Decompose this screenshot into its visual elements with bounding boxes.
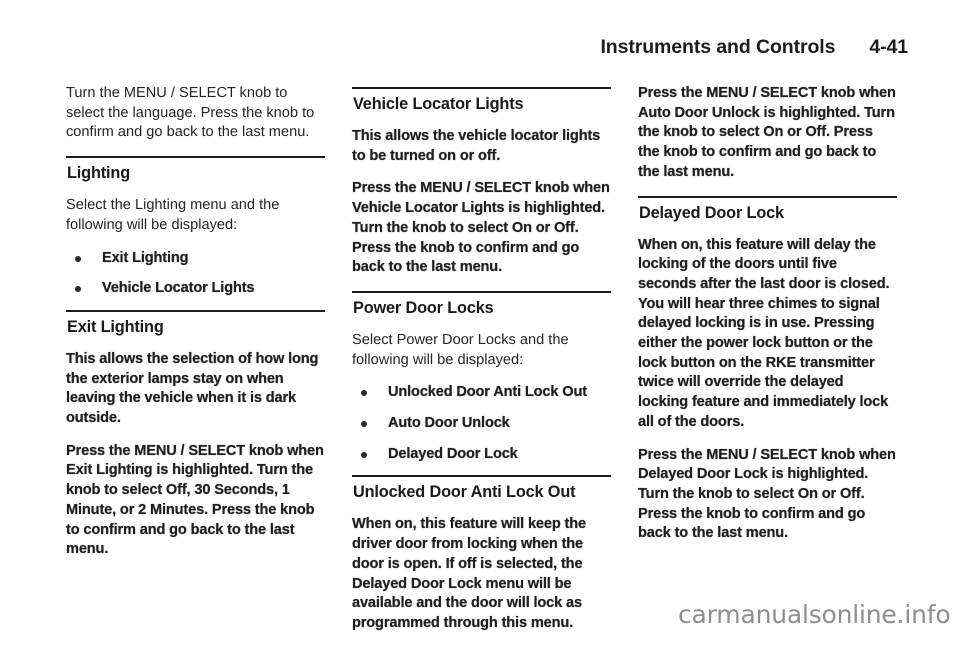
- list-item: Delayed Door Lock: [352, 445, 611, 465]
- bullet-list: Exit Lighting Vehicle Locator Lights: [66, 249, 325, 299]
- list-item: Vehicle Locator Lights: [66, 279, 325, 299]
- page-title: Instruments and Controls: [600, 36, 836, 58]
- section-heading-delayed-door-lock: Delayed Door Lock: [638, 195, 897, 227]
- paragraph: This allows the selection of how long th…: [66, 350, 319, 427]
- section-heading-lighting: Lighting: [66, 156, 325, 187]
- list-item: Auto Door Unlock: [352, 414, 611, 434]
- list-item: Unlocked Door Anti Lock Out: [352, 383, 611, 403]
- paragraph: Press the MENU / SELECT knob when Delaye…: [638, 446, 896, 542]
- column-layout: Turn the MENU / SELECT knob to select th…: [66, 84, 898, 647]
- section-heading-vehicle-locator-lights: Vehicle Locator Lights: [352, 87, 611, 118]
- section-heading-unlocked-door-anti-lock-out: Unlocked Door Anti Lock Out: [352, 475, 611, 506]
- paragraph: Turn the MENU / SELECT knob to select th…: [66, 85, 315, 141]
- paragraph: When on, this feature will keep the driv…: [352, 516, 586, 631]
- text-column-3: Press the MENU / SELECT knob when Auto D…: [638, 84, 897, 647]
- paragraph: Press the MENU / SELECT knob when Vehicl…: [352, 180, 610, 276]
- text-column-1: Turn the MENU / SELECT knob to select th…: [66, 84, 325, 647]
- paragraph: This allows the vehicle locator lights t…: [352, 128, 601, 164]
- manual-page: Instruments and Controls 4-41 Turn the M…: [0, 0, 960, 642]
- paragraph: Select the Lighting menu and the followi…: [66, 197, 280, 233]
- paragraph: Press the MENU / SELECT knob when Auto D…: [638, 85, 896, 180]
- page-running-header: Instruments and Controls 4-41: [600, 36, 908, 59]
- bullet-list: Unlocked Door Anti Lock Out Auto Door Un…: [352, 383, 611, 464]
- paragraph: When on, this feature will delay the loc…: [638, 236, 890, 430]
- section-heading-power-door-locks: Power Door Locks: [352, 290, 611, 322]
- paragraph: Press the MENU / SELECT knob when Exit L…: [66, 442, 324, 558]
- watermark: carmanualsonline.info: [678, 600, 951, 629]
- list-item: Exit Lighting: [66, 249, 325, 269]
- page-number: 4-41: [869, 36, 908, 58]
- section-heading-exit-lighting: Exit Lighting: [66, 309, 325, 341]
- paragraph: Select Power Door Locks and the followin…: [352, 331, 569, 368]
- text-column-2: Vehicle Locator Lights This allows the v…: [352, 84, 611, 647]
